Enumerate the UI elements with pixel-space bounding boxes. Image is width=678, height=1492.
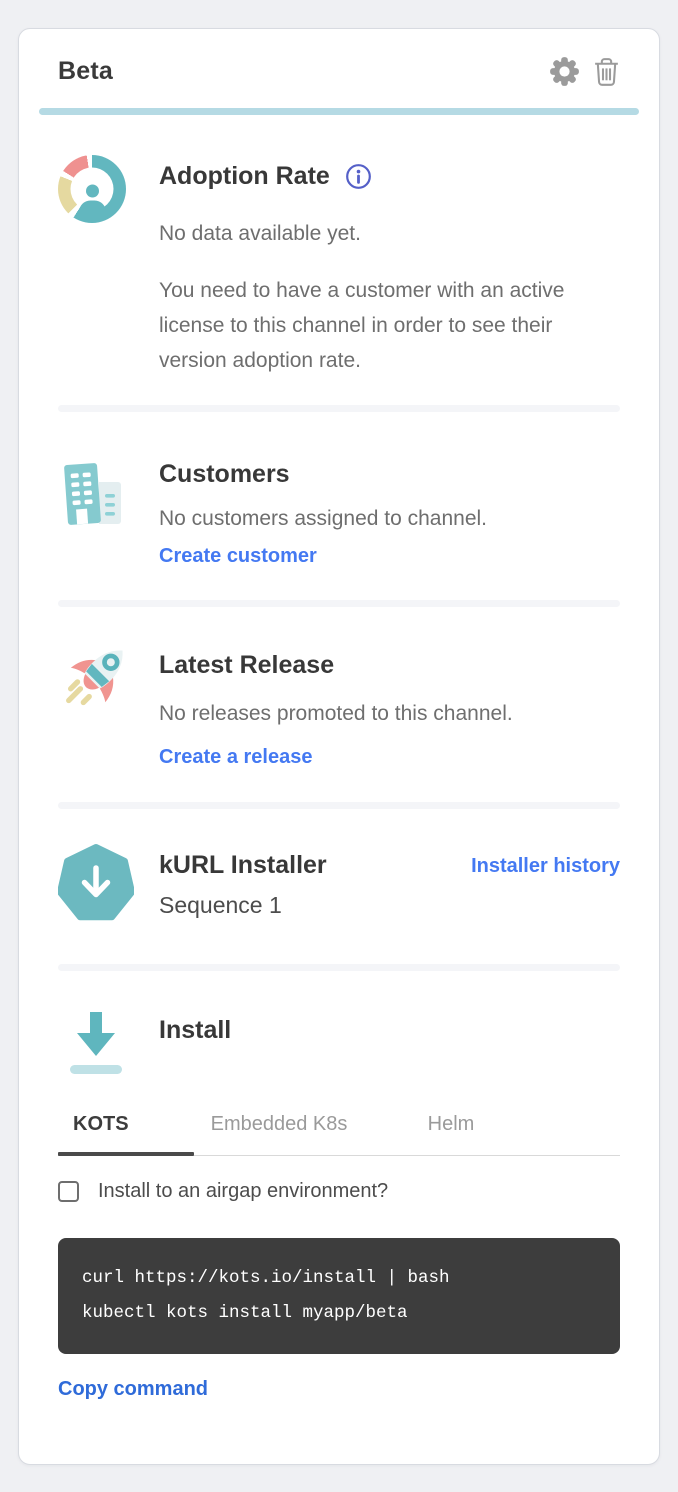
kurl-installer-title: kURL Installer xyxy=(159,851,327,880)
install-section-header: Install xyxy=(58,1004,620,1087)
adoption-help-text: You need to have a customer with an acti… xyxy=(159,273,569,378)
section-divider xyxy=(58,964,620,971)
kurl-installer-section: kURL Installer Sequence 1 Installer hist… xyxy=(58,843,620,928)
rocket-icon xyxy=(58,641,136,719)
airgap-checkbox[interactable] xyxy=(58,1181,79,1202)
section-divider xyxy=(58,600,620,607)
section-divider xyxy=(58,802,620,809)
card-header: Beta xyxy=(58,56,620,87)
install-tabs: KOTS Embedded K8s Helm xyxy=(58,1113,620,1156)
code-line: kubectl kots install myapp/beta xyxy=(82,1296,596,1331)
adoption-rate-title: Adoption Rate xyxy=(159,162,330,191)
trash-icon xyxy=(593,56,620,87)
airgap-option-row: Install to an airgap environment? xyxy=(58,1180,620,1203)
copy-command-link[interactable]: Copy command xyxy=(58,1378,208,1401)
info-icon[interactable] xyxy=(345,163,372,190)
installer-history-link[interactable]: Installer history xyxy=(471,855,620,878)
kurl-heptagon-download-icon xyxy=(58,843,134,923)
kurl-sequence: Sequence 1 xyxy=(159,892,327,919)
install-title: Install xyxy=(159,1016,620,1045)
create-release-link[interactable]: Create a release xyxy=(159,746,312,769)
code-line: curl https://kots.io/install | bash xyxy=(82,1261,596,1296)
tab-embedded-k8s[interactable]: Embedded K8s xyxy=(194,1113,364,1155)
customers-title: Customers xyxy=(159,460,620,489)
delete-button[interactable] xyxy=(593,56,620,87)
latest-release-section: Latest Release No releases promoted to t… xyxy=(58,641,620,769)
settings-button[interactable] xyxy=(549,56,580,87)
install-download-icon xyxy=(58,1004,134,1082)
gear-icon xyxy=(549,56,580,87)
tab-kots[interactable]: KOTS xyxy=(58,1113,194,1155)
channel-card: Beta xyxy=(18,28,660,1465)
customers-section: Customers No customers assigned to chann… xyxy=(58,454,620,568)
install-command-code-block: curl https://kots.io/install | bashkubec… xyxy=(58,1238,620,1354)
release-empty-message: No releases promoted to this channel. xyxy=(159,696,620,731)
section-divider xyxy=(58,405,620,412)
customers-empty-message: No customers assigned to channel. xyxy=(159,501,620,536)
channel-accent-bar xyxy=(39,108,639,115)
channel-title: Beta xyxy=(58,57,113,86)
buildings-icon xyxy=(58,454,130,532)
adoption-rate-section: Adoption Rate No data available yet. You… xyxy=(58,152,620,378)
adoption-empty-message: No data available yet. xyxy=(159,216,620,251)
airgap-label: Install to an airgap environment? xyxy=(98,1180,388,1203)
tab-helm[interactable]: Helm xyxy=(364,1113,538,1155)
create-customer-link[interactable]: Create customer xyxy=(159,545,317,568)
latest-release-title: Latest Release xyxy=(159,651,620,680)
adoption-donut-icon xyxy=(58,155,126,223)
header-actions xyxy=(549,56,620,87)
